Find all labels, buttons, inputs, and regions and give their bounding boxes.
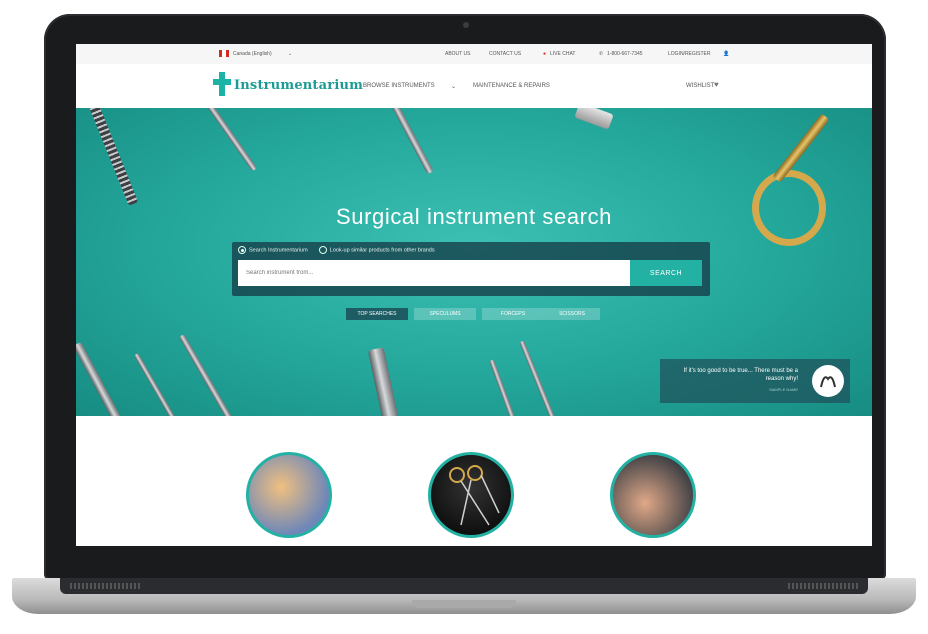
wishlist-link[interactable]: WISHLIST — [686, 83, 714, 89]
hero-title: Surgical instrument search — [335, 204, 613, 229]
camera-dot — [463, 22, 469, 28]
keyboard-edge — [60, 578, 868, 594]
testimonial-quote: If it's too good to be true... There mus… — [683, 368, 798, 382]
tag-scissors[interactable]: SCISSORS — [544, 308, 600, 320]
testimonial-author: SAMPLE NAME — [769, 387, 798, 392]
rasp-instrument-image — [87, 108, 139, 206]
clamp-instrument-image — [574, 108, 614, 130]
heart-icon: ♥ — [714, 80, 719, 89]
elevator-instrument-image — [489, 359, 518, 416]
search-panel: Search Instrumentarium Look-up similar p… — [232, 242, 710, 296]
login-link[interactable]: LOGIN/REGISTER — [668, 51, 711, 57]
tag-top-searches[interactable]: TOP SEARCHES — [346, 308, 408, 320]
utility-bar: Canada (English) ⌄ ABOUT US CONTACT US ●… — [76, 44, 872, 64]
category-section — [76, 416, 872, 546]
category-image-1[interactable] — [246, 452, 332, 538]
user-icon: 👤 — [723, 51, 730, 57]
search-button[interactable]: SEARCH — [630, 260, 702, 286]
radio-search-instrumentarium[interactable] — [238, 246, 246, 254]
category-image-2[interactable] — [428, 452, 514, 538]
canada-flag-icon — [219, 50, 229, 57]
instrument-bottom-left-image — [76, 341, 128, 416]
browse-instruments-menu[interactable]: BROWSE INSTRUMENTS — [363, 83, 435, 89]
trackpad-notch — [412, 600, 516, 608]
tag-speculums[interactable]: SPECULUMS — [414, 308, 476, 320]
radio-other-brands[interactable] — [318, 246, 327, 254]
phone-number[interactable]: 1-800-667-7345 — [607, 51, 643, 57]
speculum-handle-image — [367, 347, 401, 416]
search-input[interactable] — [238, 260, 630, 286]
testimonial-card: If it's too good to be true... There mus… — [660, 359, 850, 403]
chevron-down-icon: ⌄ — [288, 51, 293, 57]
radio-label-1: Search Instrumentarium — [249, 247, 308, 254]
live-dot-icon: ● — [543, 51, 547, 57]
speaker-left — [70, 583, 140, 589]
logo[interactable]: Instrumentarium — [234, 78, 363, 93]
logo-cross-icon — [213, 72, 231, 96]
testimonial-avatar — [812, 365, 844, 397]
screen: Canada (English) ⌄ ABOUT US CONTACT US ●… — [76, 44, 872, 546]
probe2-instrument-image — [519, 340, 558, 416]
hook-instrument-image — [133, 352, 184, 416]
region-selector[interactable]: Canada (English) — [233, 51, 272, 57]
radio-label-2: Look-up similar products from other bran… — [329, 247, 435, 254]
category-image-3[interactable] — [610, 452, 696, 538]
probe-instrument-image — [200, 108, 258, 172]
chevron-down-icon: ⌄ — [451, 84, 457, 90]
live-chat-link[interactable]: LIVE CHAT — [550, 51, 575, 57]
hero-banner: Surgical instrument search Search Instru… — [76, 108, 872, 416]
about-link[interactable]: ABOUT US — [445, 51, 470, 57]
forceps-instrument-image — [385, 108, 434, 175]
maintenance-link[interactable]: MAINTENANCE & REPAIRS — [473, 83, 550, 89]
main-nav: Instrumentarium BROWSE INSTRUMENTS ⌄ MAI… — [76, 64, 872, 109]
phone-icon: ✆ — [599, 51, 604, 57]
speaker-right — [788, 583, 858, 589]
curette-instrument-image — [178, 333, 240, 416]
laptop-mockup: Canada (English) ⌄ ABOUT US CONTACT US ●… — [0, 0, 928, 634]
contact-link[interactable]: CONTACT US — [489, 51, 521, 57]
tag-forceps[interactable]: FORCEPS — [482, 308, 544, 320]
search-mode-options: Search Instrumentarium Look-up similar p… — [238, 246, 435, 258]
